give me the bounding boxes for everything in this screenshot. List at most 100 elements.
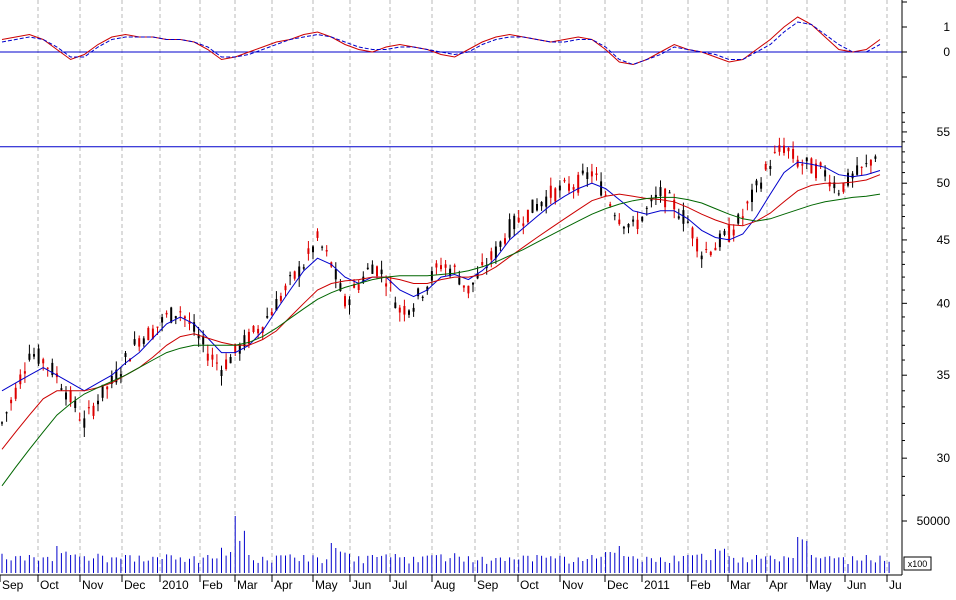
price-bar-body [225, 359, 228, 369]
price-bar-body [101, 384, 104, 398]
price-bar-body [440, 265, 442, 270]
price-tick-label: 50 [937, 176, 951, 190]
price-bar-body [741, 216, 744, 219]
price-bar-body [156, 326, 159, 328]
x-tick-label: Feb [202, 578, 223, 592]
price-bar-body [14, 387, 17, 399]
price-bar-body [828, 182, 831, 187]
price-bar-body [723, 230, 726, 235]
price-bar-body [481, 262, 484, 266]
osc-tick-label: 0 [943, 45, 950, 59]
price-bar-body [600, 181, 603, 196]
price-bar-body [677, 216, 680, 219]
price-bar-body [412, 307, 415, 312]
x-tick-label: Dec [124, 578, 145, 592]
price-bar-body [645, 207, 648, 209]
price-tick-label: 30 [937, 451, 951, 465]
price-bar-body [536, 204, 538, 211]
x-tick-label: Mar [237, 578, 258, 592]
price-bar-body [211, 354, 214, 360]
price-bar-body [23, 371, 26, 374]
price-bar-body [42, 359, 45, 364]
price-bar-body [618, 219, 621, 225]
moving-average-line-2 [1, 174, 881, 450]
price-bar-body [165, 312, 168, 315]
price-bar-body [385, 283, 388, 287]
price-bar-body [540, 202, 543, 207]
price-bar-body [206, 353, 209, 361]
price-bar-body [554, 188, 557, 202]
price-bar-body [522, 223, 525, 226]
price-bar-body [334, 269, 337, 280]
price-bar-body [851, 173, 854, 179]
price-tick-label: 40 [937, 296, 951, 310]
x-tick-label: May [315, 578, 338, 592]
price-bar-body [87, 407, 90, 409]
price-bar-body [778, 145, 781, 152]
price-bar-body [270, 311, 273, 316]
price-bar-body [691, 227, 694, 239]
x-tick-label: Ju [889, 578, 902, 592]
price-tick-label: 35 [937, 368, 951, 382]
price-bar-body [595, 173, 598, 175]
price-bar-body [1, 422, 3, 424]
x-tick-label: Apr [274, 578, 293, 592]
price-bar-body [119, 374, 122, 377]
price-bar-body [613, 215, 616, 217]
price-bar-body [856, 165, 859, 175]
price-tick-label: 55 [937, 125, 951, 139]
price-bar-body [664, 188, 667, 208]
price-bar-body [266, 316, 269, 318]
price-bar-body [700, 255, 703, 260]
price-bar-body [577, 174, 580, 193]
price-bar-body [60, 388, 63, 390]
price-bar-body [371, 264, 374, 274]
price-bar-body [842, 182, 845, 192]
stock-chart: 1 0 55 50 45 40 35 30 50000 x100 Sep Oct Nov Dec 2010 F… [0, 0, 956, 595]
price-bar-body [590, 171, 593, 177]
price-bar-body [124, 353, 127, 357]
price-bar-body [462, 285, 465, 288]
price-bar-body [783, 145, 785, 153]
price-bar-body [641, 216, 644, 222]
price-bar-body [874, 156, 877, 159]
price-bar-body [718, 233, 721, 248]
x-tick-label: Aug [434, 578, 455, 592]
price-bar-body [824, 170, 827, 177]
x-tick-label: Mar [730, 578, 751, 592]
price-bar-body [69, 390, 72, 403]
price-bar-body [526, 209, 529, 223]
price-bars [1, 137, 877, 437]
price-bar-body [279, 295, 282, 301]
price-bar-body [380, 269, 383, 275]
price-bar-body [366, 267, 369, 270]
price-bar-body [357, 284, 360, 290]
price-bar-body [348, 299, 351, 306]
price-bar-body [755, 180, 758, 186]
vertical-grid [37, 0, 888, 575]
price-bar-body [133, 339, 136, 345]
price-bar-body [632, 219, 635, 222]
price-bar-body [421, 296, 424, 298]
price-bar-body [376, 266, 378, 277]
x-tick-label: Sep [477, 578, 499, 592]
volume-tick-label: 50000 [917, 514, 951, 528]
price-bar-body [572, 187, 575, 190]
price-bar-body [5, 412, 8, 414]
price-bar-body [467, 285, 470, 294]
x-tick-label: Oct [520, 578, 539, 592]
price-bar-body [636, 219, 639, 229]
price-bar-body [179, 311, 182, 313]
price-bar-body [563, 179, 566, 182]
price-bar-body [531, 199, 534, 213]
x-tick-label: 2010 [162, 578, 189, 592]
price-bar-body [252, 325, 255, 332]
price-bar-body [289, 275, 292, 277]
x-tick-label: Dec [607, 578, 628, 592]
price-bar-body [33, 354, 35, 357]
price-bar-body [627, 224, 630, 228]
price-bar-body [545, 196, 548, 207]
price-bar-body [220, 370, 223, 376]
price-bar-body [170, 307, 173, 323]
price-bar-body [792, 149, 795, 159]
